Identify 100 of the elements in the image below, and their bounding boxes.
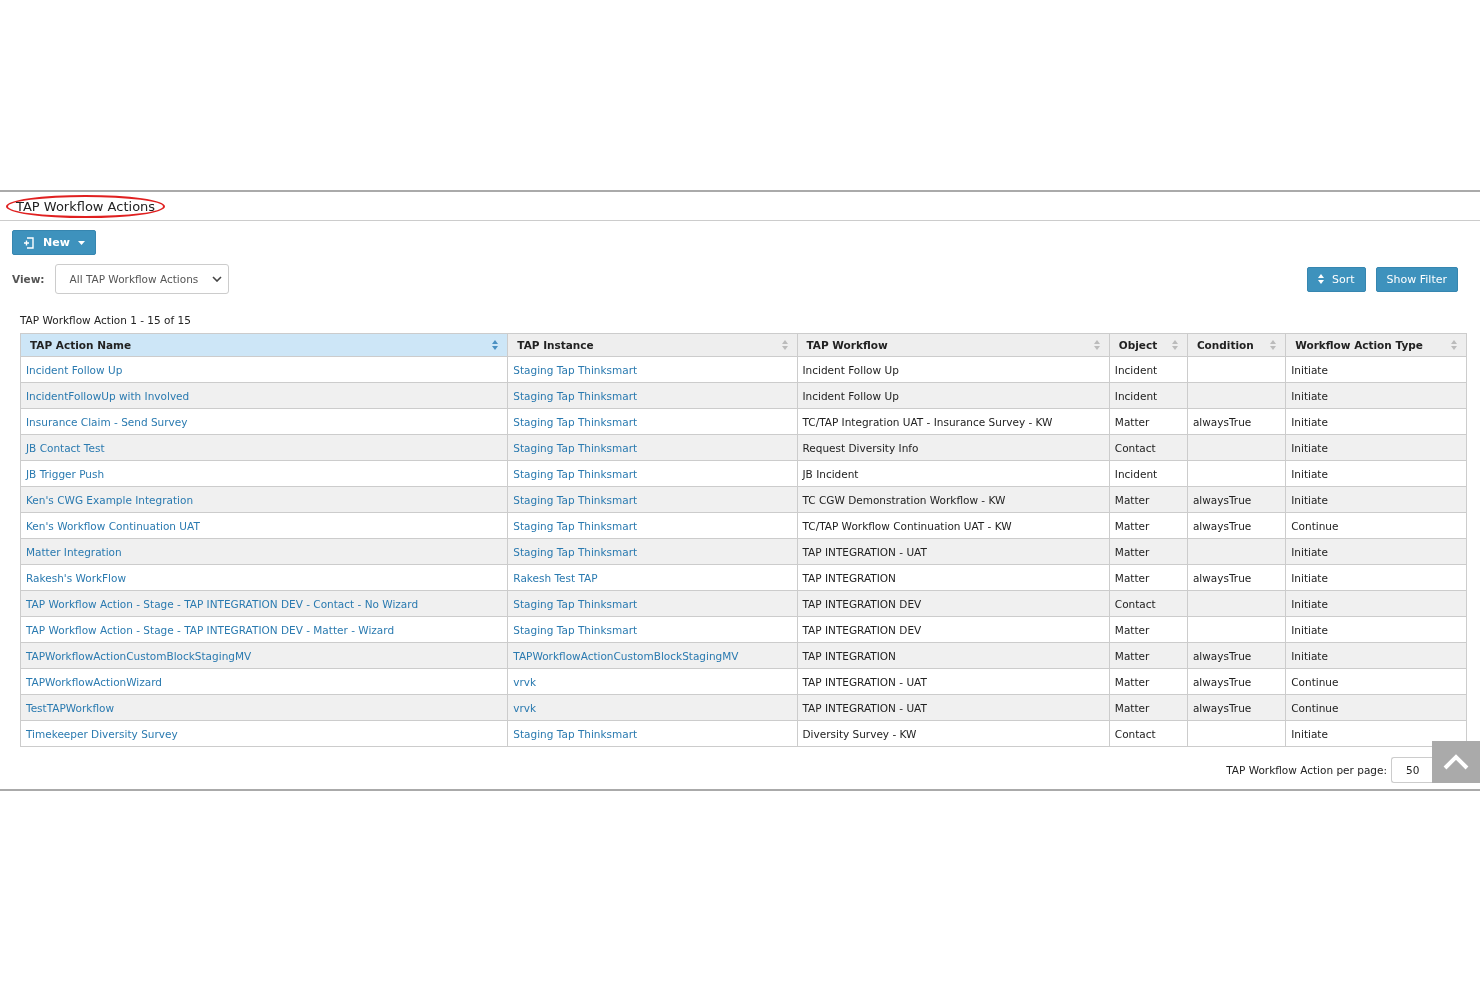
instance-link[interactable]: vrvk bbox=[513, 675, 537, 688]
table-cell: alwaysTrue bbox=[1187, 512, 1286, 539]
table-cell: alwaysTrue bbox=[1187, 642, 1286, 669]
sort-button[interactable]: Sort bbox=[1307, 266, 1366, 292]
new-button[interactable]: New bbox=[12, 230, 96, 255]
sort-arrows-icon bbox=[1451, 340, 1457, 350]
show-filter-button[interactable]: Show Filter bbox=[1375, 266, 1458, 292]
instance-link[interactable]: vrvk bbox=[513, 701, 537, 714]
table-cell: Matter bbox=[1109, 538, 1188, 565]
table-cell: Matter bbox=[1109, 616, 1188, 643]
instance-link[interactable]: Staging Tap Thinksmart bbox=[513, 389, 638, 402]
action-name-link[interactable]: TestTAPWorkflow bbox=[26, 701, 114, 714]
caret-icon bbox=[77, 240, 85, 245]
action-name-link[interactable]: Timekeeper Diversity Survey bbox=[26, 727, 178, 740]
sort-arrows-icon bbox=[781, 340, 788, 350]
instance-link[interactable]: TAPWorkflowActionCustomBlockStagingMV bbox=[513, 649, 739, 662]
action-name-link[interactable]: Insurance Claim - Send Survey bbox=[26, 415, 188, 428]
table-cell: TAP INTEGRATION - UAT bbox=[797, 694, 1110, 721]
table-cell: JB Incident bbox=[797, 460, 1110, 487]
table-cell: Initiate bbox=[1285, 434, 1467, 461]
action-name-link[interactable]: IncidentFollowUp with Involved bbox=[26, 389, 190, 402]
table-cell: TC CGW Demonstration Workflow - KW bbox=[797, 486, 1110, 513]
action-name-link[interactable]: TAPWorkflowActionWizard bbox=[26, 675, 163, 688]
table-cell: Matter bbox=[1109, 668, 1188, 695]
table-cell: Incident bbox=[1109, 460, 1188, 487]
table-cell: Matter bbox=[1109, 564, 1188, 591]
table-cell: TAP INTEGRATION - UAT bbox=[797, 538, 1110, 565]
chevron-icon bbox=[212, 276, 223, 282]
column-header[interactable]: Workflow Action Type bbox=[1285, 333, 1467, 357]
table-cell: Initiate bbox=[1285, 356, 1467, 383]
instance-link[interactable]: Rakesh Test TAP bbox=[513, 571, 598, 584]
table-cell: Initiate bbox=[1285, 408, 1467, 435]
table-cell: Matter bbox=[1109, 694, 1188, 721]
action-name-link[interactable]: Ken's CWG Example Integration bbox=[26, 493, 194, 506]
instance-link[interactable]: Staging Tap Thinksmart bbox=[513, 623, 638, 636]
table-cell: TC/TAP Workflow Continuation UAT - KW bbox=[797, 512, 1110, 539]
table-cell: alwaysTrue bbox=[1187, 564, 1286, 591]
instance-link[interactable]: Staging Tap Thinksmart bbox=[513, 597, 638, 610]
sort-arrows-icon bbox=[1093, 340, 1100, 350]
table-cell: Continue bbox=[1285, 668, 1467, 695]
table-cell: Request Diversity Info bbox=[797, 434, 1110, 461]
table-cell: Matter bbox=[1109, 486, 1188, 513]
sort-arrows-icon bbox=[1270, 340, 1277, 350]
table-cell: Contact bbox=[1109, 434, 1188, 461]
table-cell: Incident Follow Up bbox=[797, 356, 1110, 383]
action-name-link[interactable]: TAPWorkflowActionCustomBlockStagingMV bbox=[26, 649, 252, 662]
table-cell: Continue bbox=[1285, 694, 1467, 721]
table-cell: Matter bbox=[1109, 408, 1188, 435]
table-cell: Initiate bbox=[1285, 616, 1467, 643]
table-cell: alwaysTrue bbox=[1187, 668, 1286, 695]
instance-link[interactable]: Staging Tap Thinksmart bbox=[513, 467, 638, 480]
table-cell: Initiate bbox=[1285, 590, 1467, 617]
table-cell: TAP INTEGRATION - UAT bbox=[797, 668, 1110, 695]
sort-arrows-icon bbox=[492, 340, 499, 350]
table-cell: Incident bbox=[1109, 356, 1188, 383]
table-cell: Matter bbox=[1109, 642, 1188, 669]
scroll-to-top-button[interactable] bbox=[1432, 741, 1480, 783]
page-title: TAP Workflow Actions bbox=[6, 194, 166, 218]
action-name-link[interactable]: JB Contact Test bbox=[26, 441, 105, 454]
view-dropdown[interactable]: All TAP Workflow Actions bbox=[54, 264, 230, 294]
chevron-up-icon bbox=[1443, 754, 1469, 770]
table-cell: Diversity Survey - KW bbox=[797, 720, 1110, 747]
column-header[interactable]: Object bbox=[1109, 333, 1188, 357]
new-record-icon bbox=[23, 236, 35, 249]
instance-link[interactable]: Staging Tap Thinksmart bbox=[513, 415, 638, 428]
instance-link[interactable]: Staging Tap Thinksmart bbox=[513, 727, 638, 740]
column-header[interactable]: Condition bbox=[1187, 333, 1286, 357]
table-cell: Continue bbox=[1285, 512, 1467, 539]
table-cell: TAP INTEGRATION DEV bbox=[797, 616, 1110, 643]
column-header[interactable]: TAP Action Name bbox=[20, 333, 508, 357]
sort-icon bbox=[1318, 274, 1324, 284]
action-name-link[interactable]: Matter Integration bbox=[26, 545, 122, 558]
view-label: View: bbox=[12, 273, 45, 285]
action-name-link[interactable]: JB Trigger Push bbox=[26, 467, 105, 480]
per-page-label: TAP Workflow Action per page: bbox=[1226, 764, 1387, 776]
table-cell: TC/TAP Integration UAT - Insurance Survey - KW bbox=[797, 408, 1110, 435]
action-name-link[interactable]: Rakesh's WorkFlow bbox=[26, 571, 127, 584]
table-cell: Initiate bbox=[1285, 460, 1467, 487]
table-cell: Initiate bbox=[1285, 486, 1467, 513]
action-name-link[interactable]: Ken's Workflow Continuation UAT bbox=[26, 519, 200, 532]
table-cell: Initiate bbox=[1285, 642, 1467, 669]
instance-link[interactable]: Staging Tap Thinksmart bbox=[513, 519, 638, 532]
table-cell: Contact bbox=[1109, 590, 1188, 617]
table-cell: Initiate bbox=[1285, 382, 1467, 409]
table-cell: Incident bbox=[1109, 382, 1188, 409]
table-cell: Matter bbox=[1109, 512, 1188, 539]
instance-link[interactable]: Staging Tap Thinksmart bbox=[513, 545, 638, 558]
action-name-link[interactable]: TAP Workflow Action - Stage - TAP INTEGRATION DEV - Matter - Wizard bbox=[26, 623, 395, 636]
instance-link[interactable]: Staging Tap Thinksmart bbox=[513, 441, 638, 454]
instance-link[interactable]: Staging Tap Thinksmart bbox=[513, 363, 638, 376]
column-header[interactable]: TAP Workflow bbox=[797, 333, 1110, 357]
instance-link[interactable]: Staging Tap Thinksmart bbox=[513, 493, 638, 506]
sort-arrows-icon bbox=[1171, 340, 1178, 350]
table-cell: Initiate bbox=[1285, 564, 1467, 591]
action-name-link[interactable]: TAP Workflow Action - Stage - TAP INTEGRATION DEV - Contact - No Wizard bbox=[26, 597, 419, 610]
table-cell: alwaysTrue bbox=[1187, 486, 1286, 513]
table-cell: Initiate bbox=[1285, 538, 1467, 565]
table-cell: TAP INTEGRATION DEV bbox=[797, 590, 1110, 617]
action-name-link[interactable]: Incident Follow Up bbox=[26, 363, 123, 376]
column-header[interactable]: TAP Instance bbox=[507, 333, 797, 357]
